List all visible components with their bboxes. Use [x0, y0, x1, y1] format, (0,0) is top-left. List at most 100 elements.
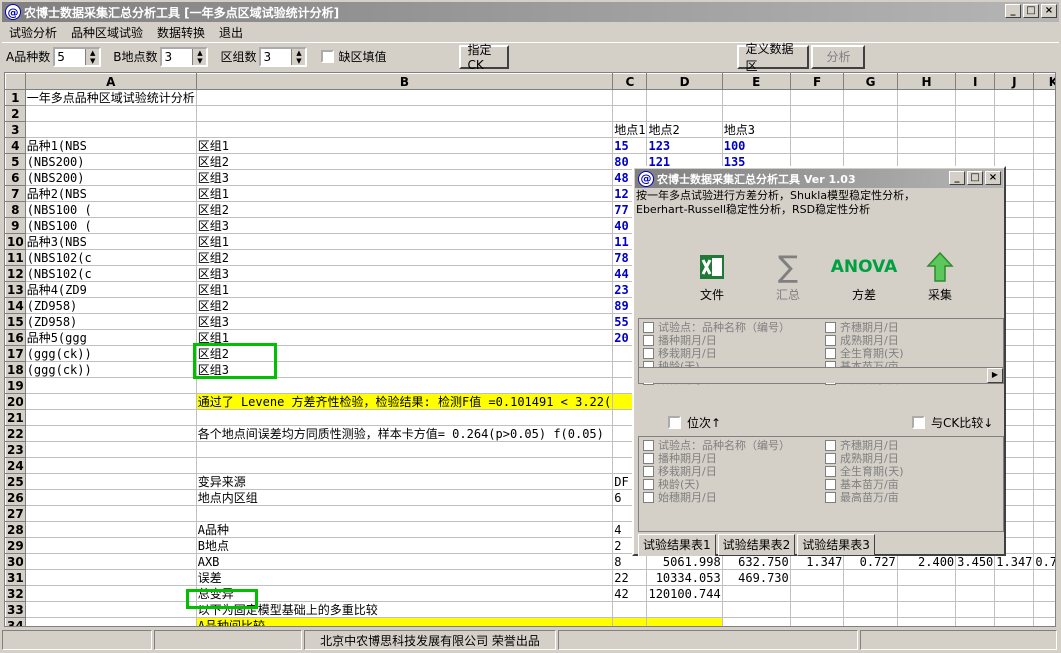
cell[interactable] [1033, 569, 1055, 586]
row-header[interactable]: 22 [5, 425, 26, 442]
cell[interactable]: 区组2 [195, 153, 614, 170]
cell[interactable]: (NBS100 ( [24, 217, 197, 234]
cell[interactable]: 0.727 [1033, 553, 1055, 570]
cell[interactable] [24, 409, 197, 426]
cell[interactable] [1033, 217, 1055, 234]
specify-ck-button[interactable]: 指定CK [459, 43, 510, 72]
dialog-close-button[interactable]: × [985, 171, 1001, 185]
file-button[interactable]: 文件 [674, 250, 750, 303]
field-right-item[interactable]: 全生育期(天) [825, 347, 904, 360]
cell[interactable] [195, 89, 614, 106]
column-header-d[interactable]: D [646, 73, 723, 90]
field-right-2-item[interactable]: 基本苗万/亩 [825, 478, 904, 491]
row-header[interactable]: 8 [5, 201, 26, 218]
field-left-2-checkbox[interactable] [643, 492, 654, 503]
cell[interactable]: 100 [721, 137, 791, 154]
field-left-2-item[interactable]: 移栽期月/日 [643, 465, 790, 478]
column-header-a[interactable]: A [24, 73, 197, 90]
cell[interactable] [789, 105, 845, 122]
define-data-area-button[interactable]: 定义数据区 [737, 42, 810, 73]
field-left-item[interactable]: 试验点：品种名称（编号） [643, 321, 790, 334]
row-header[interactable]: 24 [5, 457, 26, 474]
cell[interactable] [24, 425, 197, 442]
rank-checkbox[interactable] [668, 416, 681, 429]
cell[interactable] [1033, 425, 1055, 442]
cell[interactable]: 区组1 [195, 281, 614, 298]
cell[interactable]: (NBS102(c [24, 265, 197, 282]
cell[interactable] [195, 121, 614, 138]
cell[interactable] [955, 569, 996, 586]
cell[interactable]: 区组1 [195, 137, 614, 154]
cell[interactable] [896, 137, 957, 154]
tab-result-2[interactable]: 试验结果表2 [717, 534, 796, 556]
row-header[interactable]: 25 [5, 473, 26, 490]
missing-fill-checkbox[interactable] [321, 50, 335, 63]
cell[interactable] [1033, 121, 1055, 138]
cell[interactable]: 区组2 [195, 201, 614, 218]
cell[interactable] [24, 105, 197, 122]
row-header[interactable]: 31 [5, 569, 26, 586]
cell[interactable]: (NBS200) [24, 169, 197, 186]
field-right-2-item[interactable]: 成熟期月/日 [825, 452, 904, 465]
maximize-button[interactable]: □ [1023, 4, 1039, 18]
ck-compare-checkbox[interactable] [912, 416, 925, 429]
cell[interactable] [721, 617, 791, 626]
cell[interactable]: 各个地点间误差均方同质性测验，样本卡方值= 0.264(p>0.05) f(0.… [195, 425, 614, 442]
cell[interactable]: (NBS100 ( [24, 201, 197, 218]
cell[interactable]: AXB [195, 553, 614, 570]
cell[interactable] [955, 137, 996, 154]
cell[interactable] [646, 617, 723, 626]
cell[interactable] [1033, 489, 1055, 506]
cell[interactable] [195, 457, 614, 474]
cell[interactable] [843, 105, 898, 122]
cell[interactable] [195, 105, 614, 122]
cell[interactable] [994, 585, 1035, 602]
cell[interactable]: (ZD958) [24, 297, 197, 314]
cell[interactable] [896, 585, 957, 602]
cell[interactable] [843, 585, 898, 602]
field-left-2-item[interactable]: 始穗期月/日 [643, 491, 790, 504]
field-right-2-checkbox[interactable] [825, 466, 836, 477]
row-header[interactable]: 17 [5, 345, 26, 362]
cell[interactable]: 15 [612, 137, 648, 154]
cell[interactable] [24, 457, 197, 474]
cell[interactable]: A品种 [195, 521, 614, 538]
a-count-stepper[interactable]: 5 ▲ ▼ [53, 46, 102, 67]
cell[interactable] [612, 89, 648, 106]
column-header-i[interactable]: I [955, 73, 996, 90]
row-header[interactable]: 16 [5, 329, 26, 346]
cell[interactable] [789, 585, 845, 602]
cell[interactable] [24, 553, 197, 570]
dialog-minimize-button[interactable]: _ [949, 171, 965, 185]
cell[interactable] [1033, 169, 1055, 186]
cell[interactable] [955, 121, 996, 138]
column-header-j[interactable]: J [994, 73, 1035, 90]
field-left-2-item[interactable]: 播种期月/日 [643, 452, 790, 465]
field-right-checkbox[interactable] [825, 348, 836, 359]
cell[interactable] [994, 601, 1035, 618]
cell[interactable] [843, 121, 898, 138]
cell[interactable] [721, 89, 791, 106]
cell[interactable] [612, 105, 648, 122]
cell[interactable] [721, 105, 791, 122]
cell[interactable] [896, 121, 957, 138]
tab-result-3[interactable]: 试验结果表3 [797, 534, 875, 556]
cell[interactable] [789, 601, 845, 618]
field-left-item[interactable]: 播种期月/日 [643, 334, 790, 347]
cell[interactable] [1033, 377, 1055, 394]
cell[interactable] [646, 105, 723, 122]
cell[interactable] [1033, 601, 1055, 618]
row-header[interactable]: 27 [5, 505, 26, 522]
cell[interactable]: 469.730 [721, 569, 791, 586]
cell[interactable] [195, 409, 614, 426]
cell[interactable] [843, 569, 898, 586]
menu-exit[interactable]: 退出 [212, 24, 250, 41]
cell[interactable] [1033, 409, 1055, 426]
cell[interactable]: 区组2 [195, 249, 614, 266]
cell[interactable]: 120100.744 [646, 585, 723, 602]
cell[interactable] [24, 601, 197, 618]
cell[interactable] [195, 505, 614, 522]
cell[interactable]: 地点1 [612, 121, 648, 138]
row-header[interactable]: 26 [5, 489, 26, 506]
row-header[interactable]: 32 [5, 585, 26, 602]
